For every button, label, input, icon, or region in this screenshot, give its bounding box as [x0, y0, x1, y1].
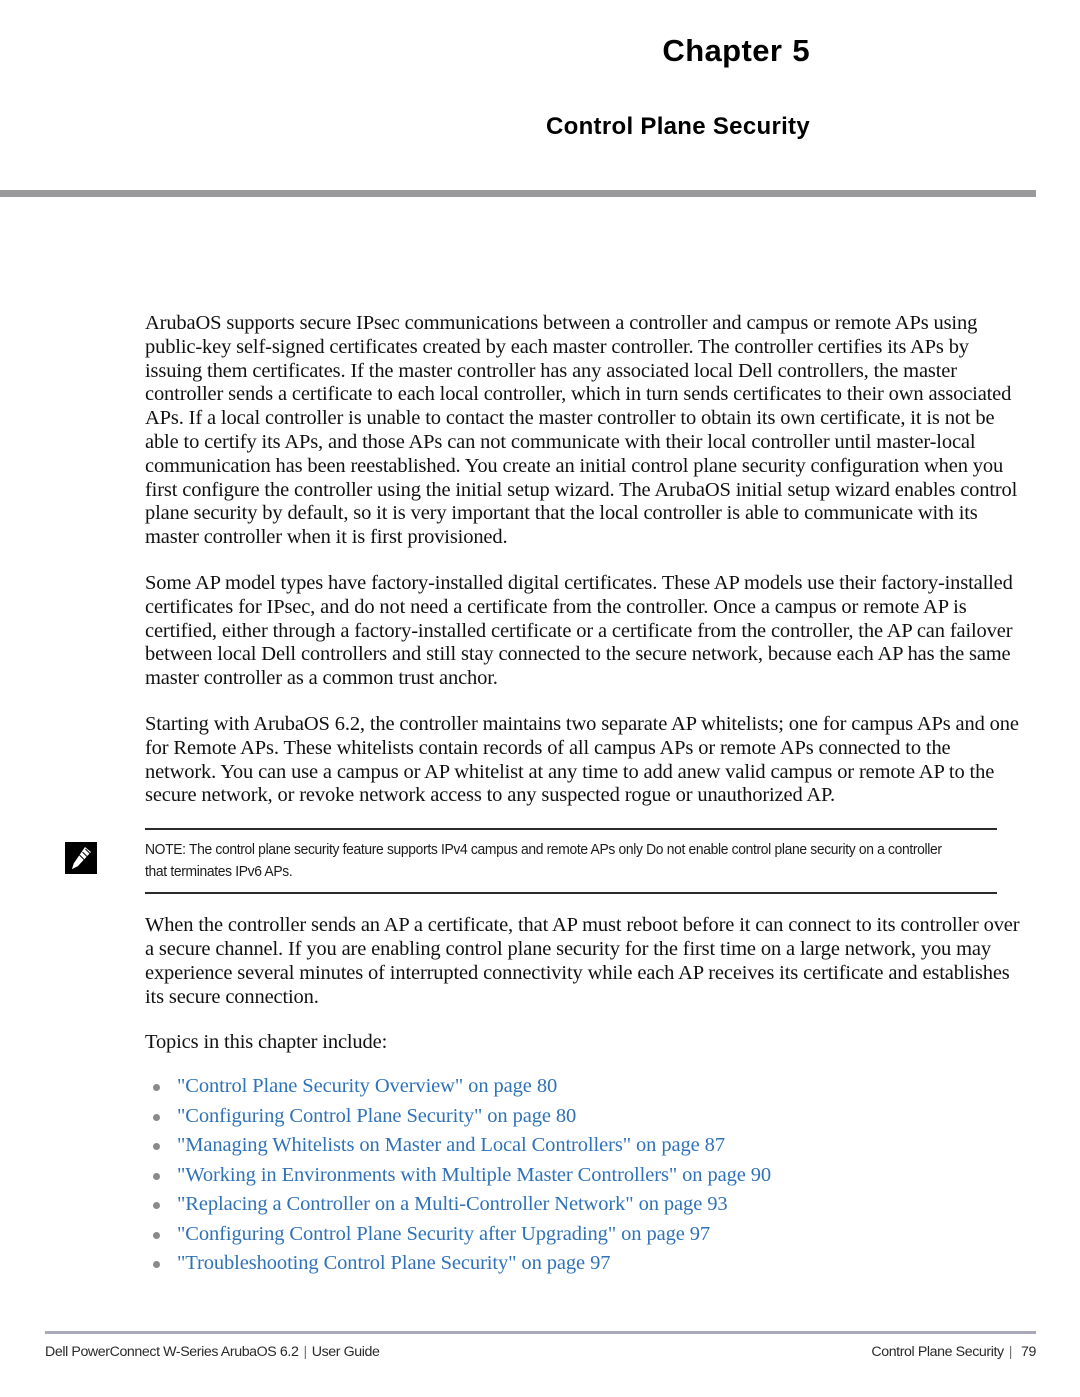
topic-link[interactable]: "Control Plane Security Overview" on pag…: [177, 1075, 557, 1097]
bullet-icon: [153, 1202, 160, 1210]
note-pencil-icon: [65, 842, 97, 875]
footer-separator: |: [303, 1344, 307, 1360]
list-item[interactable]: "Control Plane Security Overview" on pag…: [145, 1075, 1020, 1098]
topics-intro: Topics in this chapter include:: [145, 1031, 388, 1054]
chapter-word: Chapter: [662, 33, 783, 68]
topic-link[interactable]: "Working in Environments with Multiple M…: [177, 1164, 771, 1186]
note-callout: NOTE: The control plane security feature…: [65, 828, 1020, 895]
page-footer: Dell PowerConnect W-Series ArubaOS 6.2 | U…: [45, 1344, 1036, 1360]
list-item[interactable]: "Working in Environments with Multiple M…: [145, 1164, 1020, 1187]
bullet-icon: [153, 1143, 160, 1151]
chapter-number: 5: [792, 33, 810, 68]
topic-link[interactable]: "Managing Whitelists on Master and Local…: [177, 1134, 725, 1156]
header-divider: [0, 190, 1036, 197]
footer-section: Control Plane Security: [871, 1344, 1004, 1360]
document-page: Chapter 5 Control Plane Security ArubaOS …: [0, 0, 1080, 1397]
topic-link[interactable]: "Replacing a Controller on a Multi-Contr…: [177, 1193, 728, 1215]
page-number: 79: [1021, 1344, 1036, 1360]
note-text: NOTE: The control plane security feature…: [145, 842, 942, 881]
bullet-icon: [153, 1261, 160, 1269]
page-title: Control Plane Security: [546, 113, 810, 141]
topic-link[interactable]: "Troubleshooting Control Plane Security"…: [177, 1252, 610, 1274]
bullet-icon: [153, 1172, 160, 1180]
footer-product: Dell PowerConnect W-Series ArubaOS 6.2: [45, 1344, 299, 1360]
intro-paragraph: ArubaOS supports secure IPsec communicat…: [145, 312, 1018, 549]
bullet-icon: [153, 1231, 160, 1239]
list-item[interactable]: "Managing Whitelists on Master and Local…: [145, 1134, 1020, 1157]
footer-separator: |: [1008, 1344, 1013, 1360]
chapter-label: Chapter 5: [0, 33, 1080, 68]
list-item[interactable]: "Configuring Control Plane Security" on …: [145, 1105, 1020, 1128]
topic-link[interactable]: "Configuring Control Plane Security" on …: [177, 1105, 576, 1127]
list-item[interactable]: "Configuring Control Plane Security afte…: [145, 1223, 1020, 1246]
footer-divider: [45, 1331, 1036, 1334]
footer-doc-type: User Guide: [311, 1344, 380, 1360]
bullet-icon: [153, 1084, 160, 1092]
factory-certificates-paragraph: Some AP model types have factory-install…: [145, 571, 1013, 690]
list-item[interactable]: "Troubleshooting Control Plane Security"…: [145, 1252, 1020, 1275]
note-box: NOTE: The control plane security feature…: [145, 828, 997, 895]
page-header: Chapter 5 Control Plane Security: [0, 0, 1080, 140]
list-item[interactable]: "Replacing a Controller on a Multi-Contr…: [145, 1193, 1020, 1216]
topics-list: "Control Plane Security Overview" on pag…: [145, 1075, 1020, 1275]
main-content: ArubaOS supports secure IPsec communicat…: [65, 312, 1020, 1282]
footer-right: Control Plane Security | 79: [871, 1344, 1036, 1360]
whitelists-paragraph: Starting with ArubaOS 6.2, the controlle…: [145, 712, 1019, 807]
topic-link[interactable]: "Configuring Control Plane Security afte…: [177, 1223, 710, 1245]
reboot-paragraph: When the controller sends an AP a certif…: [145, 914, 1020, 1008]
footer-left: Dell PowerConnect W-Series ArubaOS 6.2 | U…: [45, 1344, 380, 1360]
bullet-icon: [153, 1113, 160, 1121]
